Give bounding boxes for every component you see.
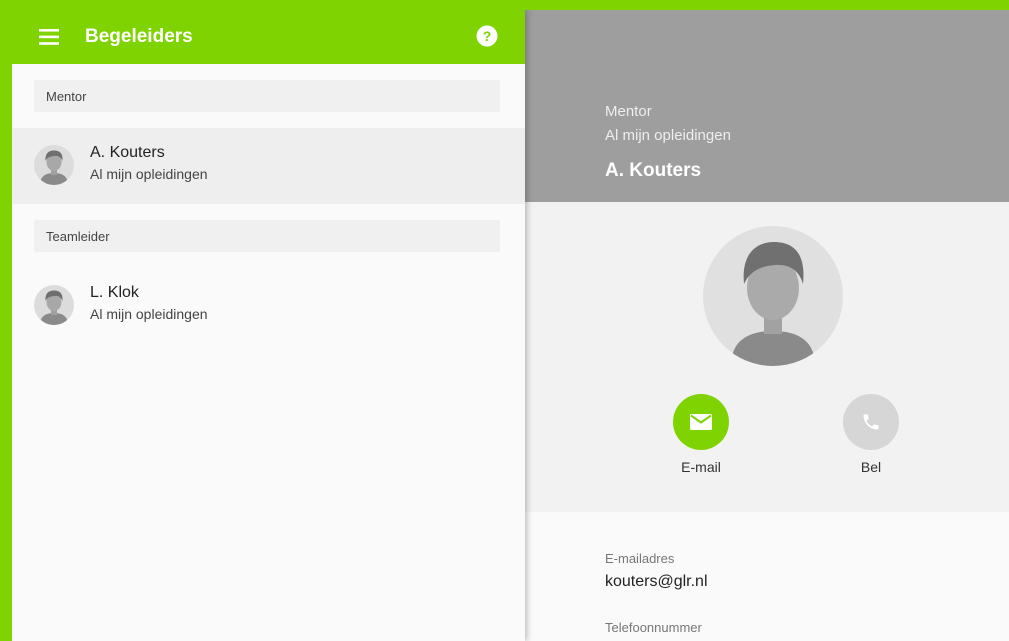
email-field-label: E-mailadres: [605, 551, 675, 566]
contact-subtitle: Al mijn opleidingen: [90, 306, 208, 322]
email-button[interactable]: [673, 394, 729, 450]
call-action: Bel: [826, 394, 916, 475]
section-header-mentor: Mentor: [34, 80, 500, 112]
call-action-label: Bel: [860, 459, 882, 475]
detail-name: A. Kouters: [605, 160, 702, 181]
help-icon: ?: [476, 25, 498, 47]
email-field-value[interactable]: kouters@glr.nl: [605, 573, 708, 591]
section-label: Mentor: [46, 89, 87, 104]
mail-icon: [690, 414, 712, 430]
detail-header: Mentor Al mijn opleidingen A. Kouters: [525, 10, 1009, 202]
page-title: Begeleiders: [85, 26, 193, 47]
email-action-label: E-mail: [681, 459, 721, 475]
app-window: Begeleiders ? Mentor A. Kouters Al mijn …: [12, 10, 1009, 641]
contact-name: A. Kouters: [90, 144, 165, 161]
svg-text:?: ?: [483, 28, 492, 44]
detail-role: Mentor: [605, 103, 652, 120]
email-action: E-mail: [656, 394, 746, 475]
detail-hero: E-mail Bel: [525, 202, 1009, 512]
contact-detail-panel: Mentor Al mijn opleidingen A. Kouters E-…: [525, 10, 1009, 641]
menu-icon: [39, 29, 59, 45]
contact-name: L. Klok: [90, 284, 139, 301]
avatar-icon: [34, 145, 74, 185]
call-button[interactable]: [843, 394, 899, 450]
contacts-panel: Begeleiders ? Mentor A. Kouters Al mijn …: [12, 10, 525, 641]
app-header: Begeleiders ?: [12, 10, 525, 64]
contact-item-a-kouters[interactable]: A. Kouters Al mijn opleidingen: [12, 128, 525, 204]
section-header-teamleider: Teamleider: [34, 220, 500, 252]
contact-item-l-klok[interactable]: L. Klok Al mijn opleidingen: [12, 268, 525, 344]
phone-field-label: Telefoonnummer: [605, 620, 702, 635]
avatar-icon: [34, 285, 74, 325]
section-label: Teamleider: [46, 229, 110, 244]
menu-button[interactable]: [36, 23, 64, 51]
contact-subtitle: Al mijn opleidingen: [90, 166, 208, 182]
detail-scope: Al mijn opleidingen: [605, 127, 731, 144]
help-button[interactable]: ?: [476, 25, 498, 47]
phone-icon: [863, 414, 879, 430]
avatar-icon: [703, 226, 843, 366]
